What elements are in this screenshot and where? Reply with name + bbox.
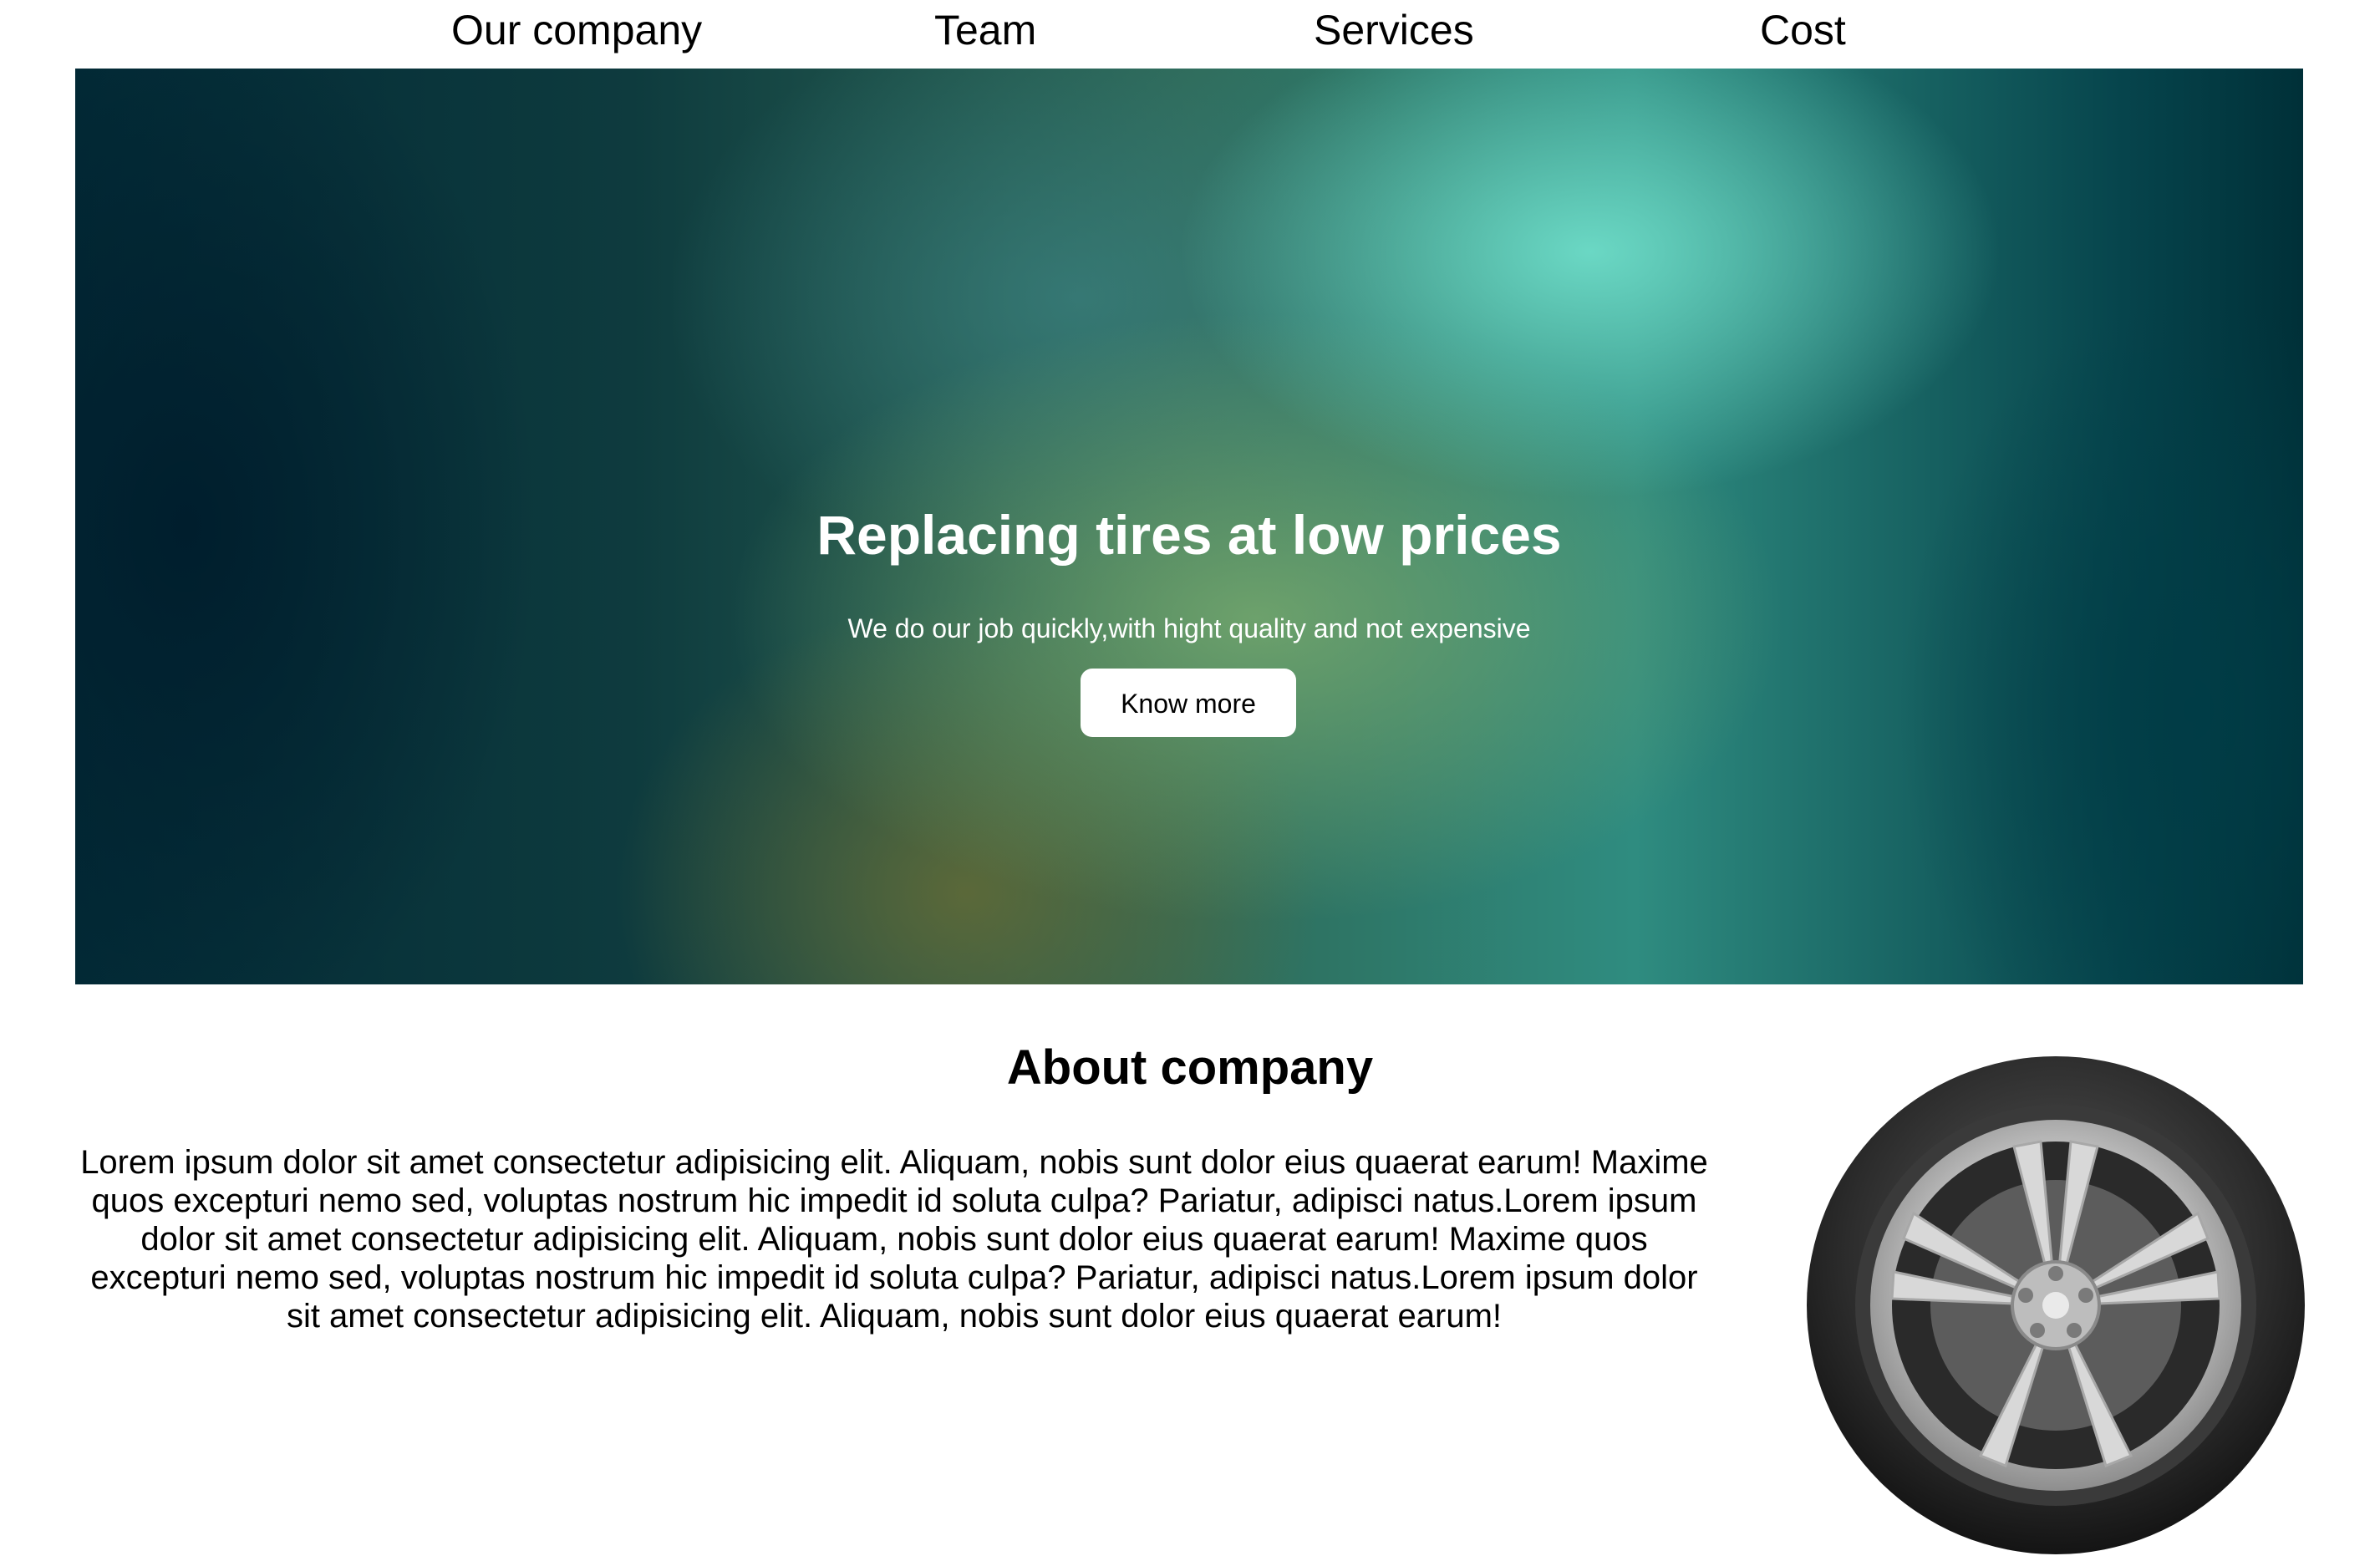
nav-item-services[interactable]: Services — [1314, 5, 1474, 55]
top-nav: Our company Team Services Cost — [0, 0, 2380, 69]
nav-item-team[interactable]: Team — [934, 5, 1036, 55]
about-company-text: Lorem ipsum dolor sit amet consectetur a… — [80, 1144, 1708, 1335]
tire-image — [1807, 1056, 2305, 1554]
hero-subtitle: We do our job quickly,with hight quality… — [847, 613, 1531, 643]
nav-item-our-company[interactable]: Our company — [451, 5, 702, 55]
know-more-button[interactable]: Know more — [1081, 669, 1296, 737]
hero-banner: Replacing tires at low prices We do our … — [75, 69, 2303, 984]
nav-item-cost[interactable]: Cost — [1760, 5, 1846, 55]
hub-cap — [2042, 1292, 2069, 1319]
hero-title: Replacing tires at low prices — [816, 504, 1562, 566]
